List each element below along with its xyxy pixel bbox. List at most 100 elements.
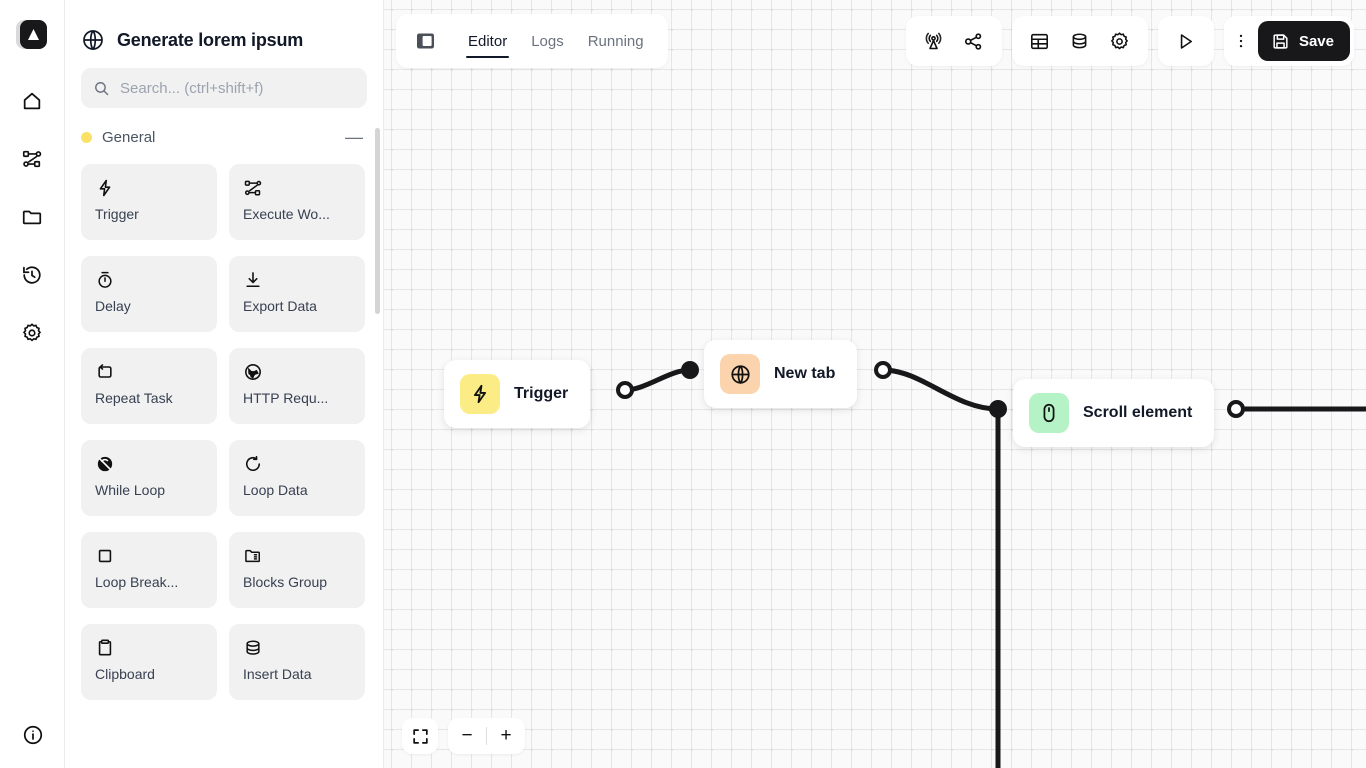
sidebar-scrollbar[interactable] — [375, 128, 380, 314]
block-label: HTTP Requ... — [243, 390, 329, 406]
table-button[interactable] — [1022, 23, 1058, 59]
block-card-export-data[interactable]: Export Data — [229, 256, 365, 332]
block-card-execute-workflow[interactable]: Execute Wo... — [229, 164, 365, 240]
node-label: New tab — [774, 365, 836, 382]
canvas-node-scroll-element[interactable]: Scroll element — [1013, 379, 1215, 447]
more-options-button[interactable] — [1226, 22, 1256, 60]
refresh-icon — [243, 454, 351, 474]
tab-running[interactable]: Running — [578, 14, 654, 68]
node-label: Trigger — [514, 385, 569, 402]
edge-trigger-to-newtab — [622, 367, 693, 393]
settings-button[interactable] — [1102, 23, 1138, 59]
block-label: Export Data — [243, 298, 317, 314]
search-input[interactable] — [120, 79, 355, 97]
save-button-label: Save — [1298, 32, 1334, 50]
info-icon — [23, 725, 42, 745]
block-card-clipboard[interactable]: Clipboard — [81, 624, 217, 700]
run-button[interactable] — [1168, 23, 1204, 59]
category-label: General — [102, 128, 156, 146]
fit-to-screen-button[interactable] — [402, 718, 438, 754]
canvas-node-trigger[interactable]: Trigger — [444, 360, 591, 428]
panel-toggle-icon — [417, 33, 434, 49]
share-button[interactable] — [956, 23, 992, 59]
rail-nav-items — [15, 84, 49, 350]
sidebar-item-home[interactable] — [15, 84, 49, 118]
block-label: Insert Data — [243, 666, 312, 682]
block-label: Delay — [95, 298, 131, 314]
block-card-repeat-task[interactable]: Repeat Task — [81, 348, 217, 424]
sidebar-item-history[interactable] — [15, 258, 49, 292]
block-grid: Trigger Execute Wo... Delay Export Data … — [81, 164, 367, 700]
port-scroll-output[interactable] — [1227, 400, 1245, 418]
block-card-loop-breakpoint[interactable]: Loop Break... — [81, 532, 217, 608]
toolbar-group-connectivity — [905, 16, 1002, 66]
block-card-loop-data[interactable]: Loop Data — [229, 440, 365, 516]
folder-icon — [22, 210, 42, 225]
page-title: Generate lorem ipsum — [117, 29, 304, 50]
sidebar-item-info[interactable] — [16, 718, 50, 752]
tab-logs[interactable]: Logs — [521, 14, 574, 68]
gear-icon — [1111, 31, 1129, 50]
mouse-icon — [1029, 393, 1069, 433]
block-card-blocks-group[interactable]: Blocks Group — [229, 532, 365, 608]
app-logo[interactable] — [13, 16, 51, 54]
workflow-canvas[interactable]: Editor Logs Running Save Trigger New tab… — [384, 0, 1366, 768]
globe-icon — [720, 354, 760, 394]
sidebar-item-settings[interactable] — [15, 316, 49, 350]
block-label: Trigger — [95, 206, 139, 222]
block-card-trigger[interactable]: Trigger — [81, 164, 217, 240]
tab-editor[interactable]: Editor — [458, 14, 517, 68]
canvas-toolbar: Editor Logs Running Save — [396, 14, 1354, 68]
sidebar-toggle-button[interactable] — [408, 23, 444, 59]
app-logo-icon — [16, 20, 47, 49]
block-label: While Loop — [95, 482, 166, 498]
canvas-node-new-tab[interactable]: New tab — [704, 340, 858, 408]
zoom-in-button[interactable]: + — [487, 718, 525, 754]
download-icon — [243, 270, 351, 290]
port-newtab-output[interactable] — [874, 361, 892, 379]
category-dot — [81, 131, 92, 143]
clipboard-icon — [95, 638, 203, 658]
block-card-insert-data[interactable]: Insert Data — [229, 624, 365, 700]
workflow-title-row: Generate lorem ipsum — [65, 0, 383, 52]
globe-slash-icon — [243, 362, 351, 382]
search-wrapper — [65, 52, 383, 108]
broadcast-button[interactable] — [916, 23, 952, 59]
category-header-general[interactable]: General — — [81, 122, 367, 152]
save-button[interactable]: Save — [1257, 21, 1350, 61]
square-icon — [95, 546, 203, 566]
workflow-icon — [243, 178, 351, 198]
play-icon — [1181, 33, 1193, 49]
sidebar-item-workflows[interactable] — [15, 142, 49, 176]
toolbar-left-group: Editor Logs Running — [396, 14, 668, 68]
search-box[interactable] — [81, 68, 367, 108]
blocks-scroll-area[interactable]: General — Trigger Execute Wo... Delay Ex… — [65, 122, 383, 768]
toolbar-group-save: Save — [1223, 16, 1354, 66]
history-icon — [23, 266, 41, 284]
block-label: Blocks Group — [243, 574, 328, 590]
sidebar-item-folders[interactable] — [15, 200, 49, 234]
port-scroll-input[interactable] — [989, 400, 1007, 418]
block-label: Clipboard — [95, 666, 155, 682]
block-card-http-request[interactable]: HTTP Requ... — [229, 348, 365, 424]
fit-screen-icon — [412, 728, 428, 744]
block-label: Execute Wo... — [243, 206, 330, 222]
block-label: Loop Break... — [95, 574, 179, 590]
left-icon-rail — [0, 0, 65, 768]
block-card-while-loop[interactable]: While Loop — [81, 440, 217, 516]
edge-newtab-to-scroll — [880, 367, 1001, 412]
port-newtab-input[interactable] — [681, 361, 699, 379]
block-label: Repeat Task — [95, 390, 173, 406]
zoom-in-out-group: − + — [448, 718, 525, 754]
blocks-sidebar: Generate lorem ipsum General — — [65, 0, 384, 768]
block-card-delay[interactable]: Delay — [81, 256, 217, 332]
globe-icon — [83, 30, 103, 51]
timer-icon — [95, 270, 203, 290]
database-icon — [1073, 32, 1087, 48]
repeat-icon — [95, 362, 203, 382]
category-collapse-icon[interactable]: — — [345, 128, 367, 146]
zoom-out-button[interactable]: − — [448, 718, 486, 754]
database-button[interactable] — [1062, 23, 1098, 59]
port-trigger-output[interactable] — [616, 381, 634, 399]
toolbar-group-data — [1011, 16, 1148, 66]
